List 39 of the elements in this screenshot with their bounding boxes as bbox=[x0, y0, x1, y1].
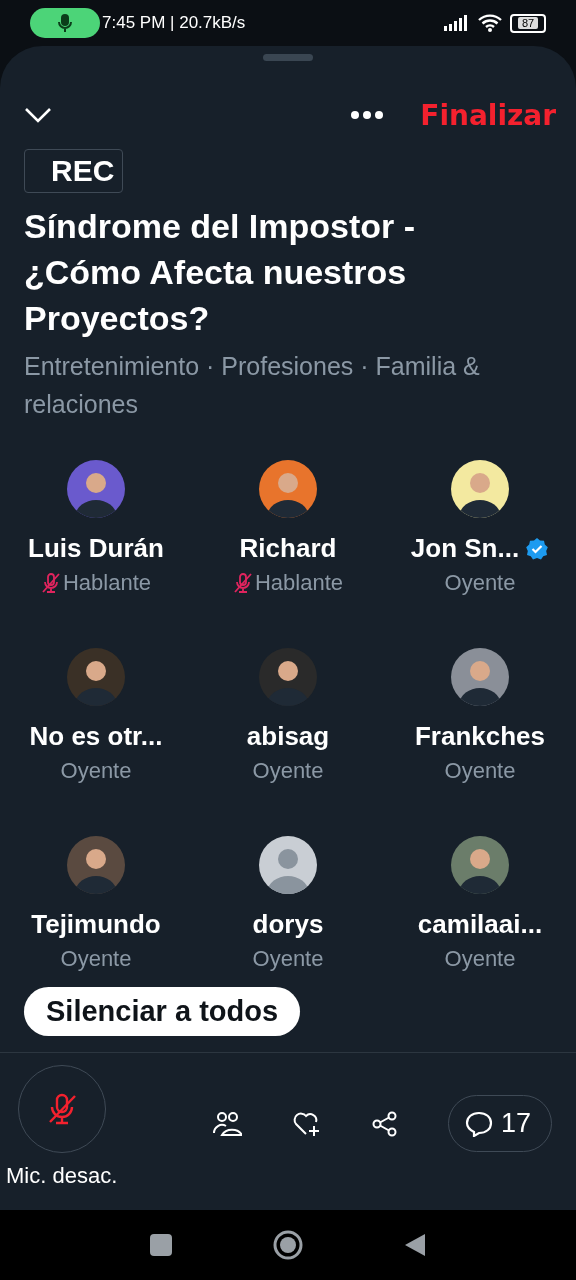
microphone-status: Mic. desac. bbox=[6, 1163, 118, 1189]
space-title: Síndrome del Impostor - ¿Cómo Afecta nuestros Proyectos? bbox=[24, 206, 417, 339]
participant-name: Tejimundo bbox=[31, 909, 161, 940]
participant-role: Oyente bbox=[60, 758, 132, 784]
participant-name: camilaai... bbox=[417, 909, 543, 940]
participant-name: No es otr... bbox=[29, 721, 163, 752]
people-icon[interactable] bbox=[211, 1110, 242, 1137]
participant-name: abisag bbox=[246, 721, 330, 752]
muted-microphone-icon bbox=[46, 1092, 77, 1126]
participant-name: Richard bbox=[239, 533, 337, 564]
participant-role: Oyente bbox=[252, 758, 324, 784]
recents-icon[interactable] bbox=[150, 1234, 172, 1256]
participant-role: Oyente bbox=[444, 946, 516, 972]
collapse-chevron-icon[interactable] bbox=[24, 107, 52, 123]
back-icon[interactable] bbox=[404, 1233, 426, 1257]
participant-role: Hablante bbox=[254, 570, 344, 596]
status-time: 7:45 PM | 20.7kB/s bbox=[102, 13, 246, 33]
battery-icon: 87 bbox=[510, 13, 546, 33]
end-space-button[interactable]: Finalizar bbox=[420, 98, 556, 132]
participant-name: Luis Durán bbox=[28, 533, 164, 564]
share-icon[interactable] bbox=[371, 1110, 398, 1137]
drag-handle[interactable] bbox=[263, 54, 313, 61]
microphone-indicator bbox=[30, 8, 100, 38]
participant-role: Oyente bbox=[444, 570, 516, 596]
home-icon[interactable] bbox=[272, 1229, 304, 1261]
participant-role: Oyente bbox=[252, 946, 324, 972]
wifi-icon bbox=[478, 14, 502, 32]
signal-icon bbox=[444, 15, 470, 31]
participant-role: Oyente bbox=[60, 946, 132, 972]
space-topics: Entretenimiento · Profesiones · Familia & relaciones bbox=[24, 351, 481, 420]
recording-badge: REC bbox=[24, 149, 124, 193]
speech-bubble-icon bbox=[464, 1110, 493, 1137]
participant-name: Jon Sn... bbox=[410, 533, 520, 564]
more-options-icon[interactable] bbox=[350, 110, 385, 120]
participant-name: Frankches bbox=[414, 721, 546, 752]
mute-all-button[interactable]: Silenciar a todos bbox=[24, 987, 301, 1036]
participant-role: Oyente bbox=[444, 758, 516, 784]
participant-role: Hablante bbox=[62, 570, 152, 596]
participant-name: dorys bbox=[252, 909, 324, 940]
